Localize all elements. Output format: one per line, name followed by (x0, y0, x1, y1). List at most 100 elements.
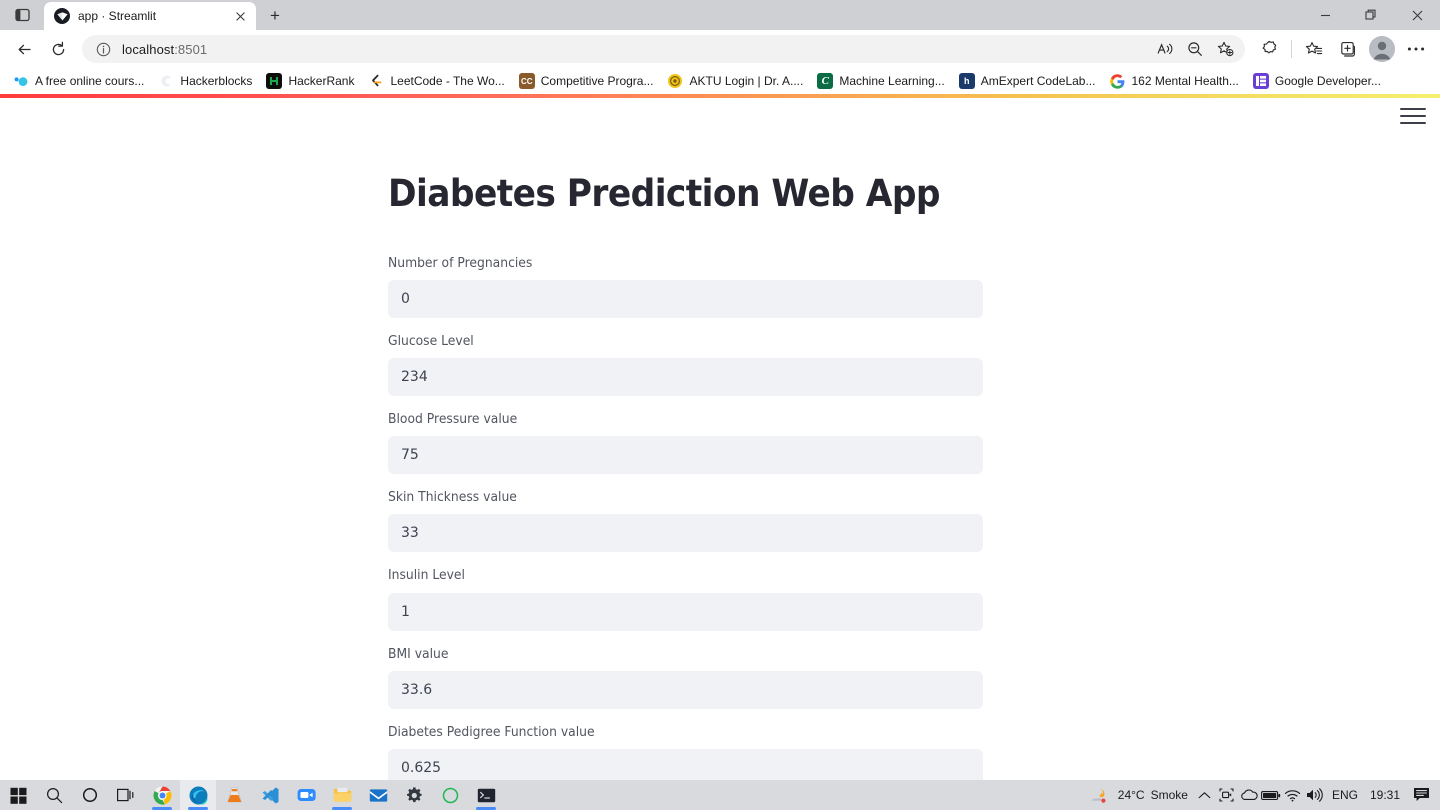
google-dev-icon (1252, 73, 1269, 89)
bookmark-label: Machine Learning... (839, 74, 945, 88)
window-controls (1302, 0, 1440, 30)
bookmark-item[interactable]: h AmExpert CodeLab... (952, 70, 1103, 92)
vlc-cone-icon[interactable] (216, 780, 252, 810)
clock-time: 19:31 (1369, 788, 1400, 802)
form-field-bmi: BMI value 33.6 (388, 646, 1052, 709)
screen-capture-icon[interactable] (1216, 780, 1238, 810)
favorites-icon[interactable] (1298, 34, 1330, 64)
tab-search-icon[interactable] (11, 6, 33, 24)
bookmark-item[interactable]: 162 Mental Health... (1102, 70, 1245, 92)
field-label: Blood Pressure value (388, 412, 518, 428)
edge-icon[interactable] (180, 780, 216, 810)
bookmark-item[interactable]: CC Competitive Progra... (512, 70, 661, 92)
battery-icon[interactable] (1260, 780, 1282, 810)
browser-tab[interactable]: app · Streamlit (44, 2, 256, 30)
bmi-input[interactable]: 33.6 (388, 670, 983, 709)
gear-icon[interactable] (396, 780, 432, 810)
bookmark-label: A free online cours... (35, 74, 145, 88)
system-tray: 24°C Smoke ENG 19:31 (1084, 780, 1440, 810)
folder-icon[interactable] (324, 780, 360, 810)
chrome-icon[interactable] (144, 780, 180, 810)
field-label: BMI value (388, 646, 449, 662)
onedrive-cloud-icon[interactable] (1238, 780, 1260, 810)
green-circle-icon[interactable] (432, 780, 468, 810)
tab-close-icon[interactable] (232, 8, 248, 24)
form-field-glucose: Glucose Level 234 (388, 333, 1052, 397)
vscode-icon[interactable] (252, 780, 288, 810)
amexpert-icon: h (958, 73, 975, 89)
leetcode-icon (368, 73, 384, 89)
blood-pressure-input[interactable]: 75 (388, 436, 983, 475)
bookmark-label: AKTU Login | Dr. A.... (689, 74, 804, 88)
bookmark-item[interactable]: LeetCode - The Wo... (361, 70, 511, 92)
zoom-out-icon[interactable] (1181, 37, 1209, 61)
restore-icon[interactable] (1348, 0, 1394, 30)
pregnancies-input[interactable]: 0 (388, 279, 983, 318)
skin-thickness-input[interactable]: 33 (388, 514, 983, 553)
bookmark-item[interactable]: Google Developer... (1246, 70, 1388, 92)
close-window-icon[interactable] (1394, 0, 1440, 30)
start-button[interactable] (0, 780, 36, 810)
browser-titlebar: app · Streamlit + (0, 0, 1440, 30)
minimize-icon[interactable] (1302, 0, 1348, 30)
bookmark-item[interactable]: A free online cours... (6, 70, 151, 92)
copilot-icon[interactable] (1253, 34, 1285, 64)
settings-ellipsis-icon[interactable] (1400, 34, 1432, 64)
new-tab-button[interactable]: + (260, 2, 290, 30)
page-title: Diabetes Prediction Web App (388, 172, 941, 215)
windows-taskbar: 24°C Smoke ENG 19:31 (0, 780, 1440, 810)
field-label: Skin Thickness value (388, 490, 517, 506)
bookmark-label: Competitive Progra... (540, 74, 654, 88)
mail-envelope-icon[interactable] (360, 780, 396, 810)
smoke-weather-icon (1090, 780, 1112, 810)
terminal-icon[interactable] (468, 780, 504, 810)
address-bar[interactable]: localhost:8501 (82, 35, 1245, 63)
dots-blue-icon (13, 73, 29, 89)
clock[interactable]: 19:31 (1364, 780, 1406, 810)
bookmark-item[interactable]: Hackerblocks (151, 70, 259, 92)
cc-icon[interactable]: CC (518, 73, 535, 89)
browser-window: app · Streamlit + localhost:8501 A free … (0, 0, 1440, 780)
hamburger-line (1400, 122, 1426, 124)
back-arrow-icon[interactable] (8, 34, 40, 64)
chevron-up-icon[interactable] (1194, 780, 1216, 810)
bookmark-item[interactable]: C Machine Learning... (810, 70, 951, 92)
profile-avatar-icon[interactable] (1369, 36, 1395, 62)
read-aloud-icon[interactable] (1151, 37, 1179, 61)
form-field-blood-pressure: Blood Pressure value 75 (388, 411, 1052, 475)
weather-condition: Smoke (1150, 788, 1188, 802)
streamlit-favicon (54, 8, 70, 24)
language-indicator[interactable]: ENG (1326, 780, 1364, 810)
address-bar-text: localhost:8501 (122, 42, 1143, 57)
toolbar-divider (1291, 40, 1292, 58)
notifications-icon[interactable] (1406, 780, 1436, 810)
add-favorite-icon[interactable] (1211, 37, 1239, 61)
wifi-icon[interactable] (1282, 780, 1304, 810)
glucose-input[interactable]: 234 (388, 358, 983, 397)
zoom-camera-icon[interactable] (288, 780, 324, 810)
field-label: Number of Pregnancies (388, 255, 533, 271)
hamburger-menu-icon[interactable] (1400, 106, 1426, 126)
task-view-icon[interactable] (108, 780, 144, 810)
collections-icon[interactable] (1332, 34, 1364, 64)
hamburger-line (1400, 108, 1426, 110)
insulin-input[interactable]: 1 (388, 592, 983, 631)
bookmark-item[interactable]: HackerRank (259, 70, 361, 92)
site-info-icon[interactable] (92, 38, 114, 60)
bookmark-label: AmExpert CodeLab... (980, 74, 1096, 88)
url-host: localhost (122, 41, 175, 57)
hamburger-line (1400, 115, 1426, 117)
cortana-circle-icon[interactable] (72, 780, 108, 810)
streamlit-app-container: Diabetes Prediction Web App Number of Pr… (368, 98, 1072, 780)
language-label: ENG (1331, 788, 1358, 802)
weather-widget[interactable]: 24°C Smoke (1084, 780, 1194, 810)
page-viewport: Diabetes Prediction Web App Number of Pr… (0, 94, 1440, 780)
speaker-icon[interactable] (1304, 780, 1326, 810)
pedigree-input[interactable]: 0.625 (388, 749, 983, 780)
coursera-c-icon: C (817, 73, 834, 89)
refresh-icon[interactable] (42, 34, 74, 64)
search-icon[interactable] (36, 780, 72, 810)
bookmark-item[interactable]: AKTU Login | Dr. A.... (660, 70, 810, 92)
address-bar-actions (1151, 37, 1239, 61)
field-label: Glucose Level (388, 333, 474, 349)
